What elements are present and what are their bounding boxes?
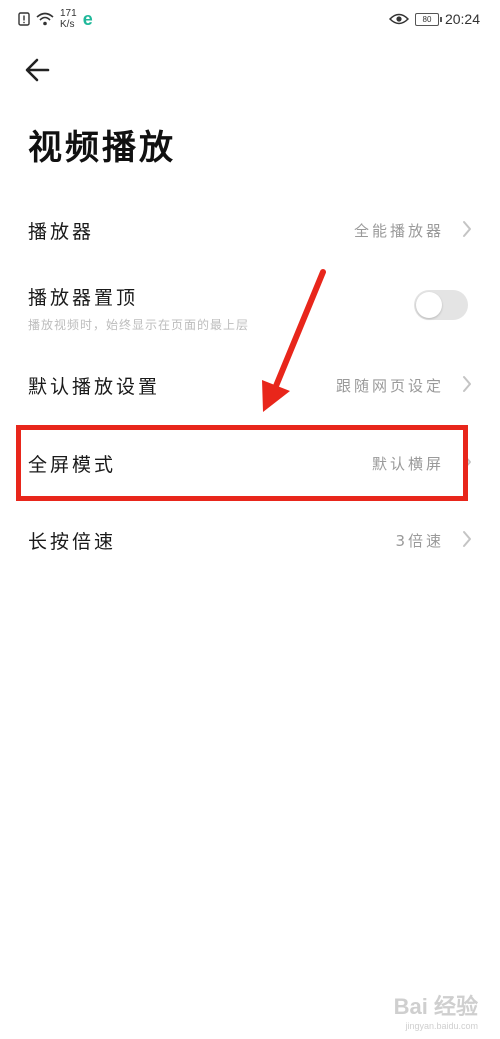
- clock: 20:24: [444, 11, 480, 27]
- network-speed-unit: K/s: [60, 19, 75, 30]
- status-left: 171 K/s e: [18, 8, 93, 30]
- settings-row-label: 长按倍速: [28, 531, 117, 553]
- network-speed: 171 K/s: [60, 8, 77, 30]
- settings-row-label: 播放器置顶: [28, 287, 139, 309]
- chevron-right-icon: [463, 531, 471, 547]
- settings-row-value: 跟随网页设定: [335, 377, 444, 395]
- settings-row-label: 默认播放设置: [28, 376, 161, 398]
- back-arrow-icon: [25, 58, 50, 82]
- watermark: Bai 经验 jingyan.baidu.com: [394, 989, 478, 1031]
- battery-icon: 80: [414, 12, 442, 26]
- sim-alert-icon: [18, 12, 30, 26]
- player-pin-toggle[interactable]: [414, 290, 468, 320]
- settings-row-player[interactable]: 播放器 全能播放器: [0, 205, 500, 255]
- watermark-url: jingyan.baidu.com: [405, 1021, 478, 1031]
- watermark-brand: Bai 经验: [393, 994, 478, 1019]
- network-speed-value: 171: [60, 8, 77, 19]
- settings-row-default-playback[interactable]: 默认播放设置 跟随网页设定: [0, 360, 500, 410]
- back-button[interactable]: [22, 54, 58, 86]
- status-bar: 171 K/s e 80 20:24: [0, 0, 500, 40]
- highlight-box: [16, 425, 468, 501]
- settings-row-long-press-speed[interactable]: 长按倍速 3倍速: [0, 515, 500, 565]
- status-right: 80 20:24: [388, 11, 480, 27]
- toggle-knob: [416, 292, 442, 318]
- chevron-right-icon: [463, 376, 471, 392]
- eye-protection-icon: [388, 13, 409, 25]
- page-title: 视频播放: [28, 128, 176, 168]
- chevron-right-icon: [463, 221, 471, 237]
- settings-row-subtitle: 播放视频时，始终显示在页面的最上层: [28, 318, 250, 332]
- settings-row-label: 播放器: [28, 221, 95, 243]
- settings-row-value: 3倍速: [395, 532, 444, 550]
- battery-level: 80: [422, 14, 432, 24]
- settings-row-value: 全能播放器: [353, 222, 444, 240]
- browser-app-icon: e: [82, 8, 93, 29]
- wifi-icon: [36, 12, 54, 26]
